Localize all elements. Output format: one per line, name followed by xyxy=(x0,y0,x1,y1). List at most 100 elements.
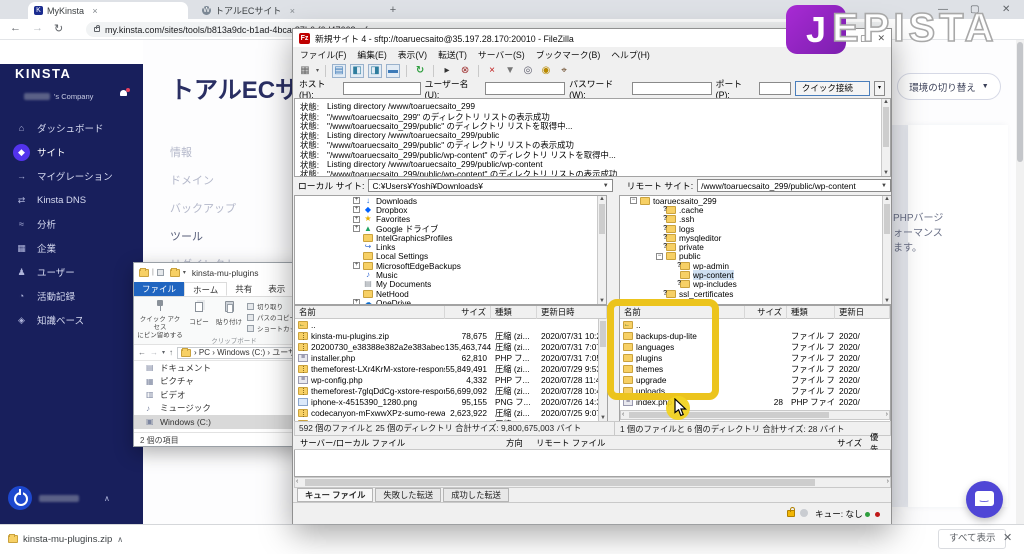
environment-switch-button[interactable]: 環境の切り替え ▼ xyxy=(897,73,1001,100)
file-row[interactable]: themeforest-7glqDdCg-xstore-responsive-w… xyxy=(295,385,607,396)
queue-tab[interactable]: 成功した転送 xyxy=(443,488,509,502)
tree-item[interactable]: + Music xyxy=(295,270,606,280)
local-list-header[interactable]: 名前 サイズ 種類 更新日時 xyxy=(295,306,607,319)
tree-item[interactable]: + My Documents xyxy=(295,279,606,289)
menu-item[interactable]: 表示(V) xyxy=(398,48,427,61)
kinsta-logo[interactable]: KINSTA xyxy=(15,66,71,81)
notification-bell-icon[interactable] xyxy=(120,88,130,98)
tree-item[interactable]: − logs xyxy=(620,224,890,234)
tree-item[interactable]: + Downloads xyxy=(295,196,606,206)
expander-icon[interactable]: + xyxy=(353,215,360,223)
tree-item[interactable]: − wp-content xyxy=(620,270,890,281)
page-scrollbar[interactable] xyxy=(1016,40,1024,524)
tree-item[interactable]: − .cache xyxy=(620,205,890,215)
menu-item[interactable]: ヘルプ(H) xyxy=(611,48,650,61)
file-row[interactable]: wp-config.php 4,332 PHP フ... 2020/07/28 … xyxy=(295,374,607,385)
tree-item[interactable]: − private xyxy=(620,242,890,252)
file-row[interactable]: .. xyxy=(295,319,607,330)
tree-item[interactable]: + NetHood xyxy=(295,289,606,299)
window-close-icon[interactable]: ✕ xyxy=(1002,4,1010,15)
tree-item[interactable]: − wp-admin xyxy=(620,261,890,271)
sidebar-nav-item[interactable]: → マイグレーション xyxy=(0,164,143,188)
menu-item[interactable]: ファイル(F) xyxy=(300,48,346,61)
password-input[interactable] xyxy=(631,82,712,95)
queue-header[interactable]: サーバー/ローカル ファイル 方向 リモート ファイル サイズ 優先.. xyxy=(294,432,891,454)
tree-item[interactable]: − public xyxy=(620,251,890,261)
menu-item[interactable]: 編集(E) xyxy=(357,48,386,61)
tree-item[interactable]: − .ssh xyxy=(620,214,890,224)
local-tree-scrollbar[interactable]: ▲ ▼ xyxy=(597,196,606,304)
explorer-nav-item[interactable]: ▤ ドキュメント xyxy=(134,361,306,375)
user-menu[interactable]: ∧ xyxy=(8,486,110,510)
file-row[interactable]: installer.php 62,810 PHP フ... 2020/07/31… xyxy=(295,352,607,363)
pin-to-quick-access-button[interactable]: クイック アクセス にピン留めする xyxy=(137,300,183,340)
explorer-nav-item[interactable]: ▥ ビデオ xyxy=(134,388,306,402)
refresh-icon[interactable]: ↻ xyxy=(413,64,427,78)
sidebar-nav-item[interactable]: ⇄ Kinsta DNS xyxy=(0,188,143,212)
explorer-nav-item[interactable]: ♪ ミュージック xyxy=(134,402,306,416)
local-tree-toggle-icon[interactable]: ◧ xyxy=(350,63,365,78)
forward-icon[interactable]: → xyxy=(150,348,158,357)
ribbon-tab[interactable]: 共有 xyxy=(227,282,260,296)
tab-close-icon[interactable]: × xyxy=(90,6,100,16)
back-icon[interactable]: ← xyxy=(10,22,21,34)
tree-item[interactable]: + OneDrive xyxy=(295,298,606,304)
file-row[interactable]: iphone-x-4515390_1280.png 95,155 PNG フ..… xyxy=(295,396,607,407)
queue-toggle-icon[interactable]: ▬ xyxy=(386,63,401,78)
expander-icon[interactable]: + xyxy=(353,225,360,233)
subnav-item[interactable]: ドメイン xyxy=(170,166,280,194)
compare-icon[interactable]: ◎ xyxy=(521,64,535,78)
subnav-item[interactable]: ツール xyxy=(170,222,280,250)
expander-icon[interactable]: + xyxy=(353,206,360,214)
sidebar-nav-item[interactable]: ◆ サイト xyxy=(0,140,143,164)
quickconnect-button[interactable]: クイック接続(Q) xyxy=(794,81,870,106)
properties-icon[interactable] xyxy=(156,269,164,276)
file-row[interactable]: codecanyon-mFxwwXPz-sumo-reward-points-w… xyxy=(295,407,607,418)
tree-item[interactable]: − wp-includes xyxy=(620,279,890,289)
site-manager-dropdown-icon[interactable]: ▾ xyxy=(316,67,319,74)
paste-button[interactable]: 貼り付け xyxy=(214,300,244,326)
tree-item[interactable]: − mysqleditor xyxy=(620,233,890,243)
subnav-item[interactable]: 情報 xyxy=(170,138,280,166)
menu-item[interactable]: ブックマーク(B) xyxy=(536,48,601,61)
copy-button[interactable]: コピー xyxy=(186,300,212,326)
back-icon[interactable]: ← xyxy=(138,348,146,357)
download-bar-close-icon[interactable]: ✕ xyxy=(1003,531,1012,544)
chat-bubble-button[interactable] xyxy=(966,481,1003,518)
tree-item[interactable]: + Google ドライブ xyxy=(295,224,606,234)
site-manager-icon[interactable]: ▦ xyxy=(298,64,312,78)
disconnect-icon[interactable]: × xyxy=(485,64,499,78)
local-path-combo[interactable]: C:¥Users¥Yoshi¥Downloads¥ ▼ xyxy=(368,179,613,192)
log-scrollbar[interactable]: ▲ ▼ xyxy=(881,99,890,176)
history-dropdown-icon[interactable]: ▾ xyxy=(162,349,165,356)
username-input[interactable] xyxy=(485,82,566,95)
menu-item[interactable]: 転送(T) xyxy=(438,48,467,61)
show-all-downloads-button[interactable]: すべて表示 xyxy=(938,529,1007,549)
sidebar-nav-item[interactable]: ♟ ユーザー xyxy=(0,260,143,284)
forward-icon[interactable]: → xyxy=(32,22,43,34)
tab-ec-site[interactable]: W トアルECサイト × xyxy=(196,2,368,19)
chevron-up-icon[interactable]: ∧ xyxy=(117,535,123,544)
ribbon-tab[interactable]: ファイル xyxy=(134,282,185,296)
filter-icon[interactable]: ▼ xyxy=(503,64,517,78)
explorer-nav-item[interactable]: ▦ ピクチャ xyxy=(134,375,306,389)
transfer-queue[interactable] xyxy=(294,450,891,477)
explorer-nav-item[interactable]: ▣ Windows (C:) xyxy=(134,415,306,429)
explorer-title-bar[interactable]: | ▾ kinsta-mu-plugins xyxy=(134,263,306,282)
sidebar-nav-item[interactable]: ≈ 分析 xyxy=(0,212,143,236)
sidebar-nav-item[interactable]: ▦ 企業 xyxy=(0,236,143,260)
tree-item[interactable]: + Dropbox xyxy=(295,205,606,215)
qat-dropdown-icon[interactable]: ▾ xyxy=(183,269,186,276)
new-folder-icon[interactable] xyxy=(169,267,180,277)
file-row[interactable]: kinsta-mu-plugins.zip 78,675 圧縮 (zi... 2… xyxy=(295,330,607,341)
host-input[interactable] xyxy=(342,82,421,95)
message-log-toggle-icon[interactable]: ▤ xyxy=(332,63,347,78)
file-row[interactable]: themeforest-LXr4KrM-xstore-responsive-wo… xyxy=(295,363,607,374)
expander-icon[interactable]: + xyxy=(353,197,360,205)
subnav-item[interactable]: バックアップ xyxy=(170,194,280,222)
sidebar-nav-item[interactable]: ◈ 知識ベース xyxy=(0,308,143,332)
tree-item[interactable]: + Favorites xyxy=(295,214,606,224)
quickconnect-dropdown-icon[interactable]: ▾ xyxy=(873,81,885,96)
file-row[interactable]: 20200730_e38388e382a2e383abece382b5e382a… xyxy=(295,341,607,352)
new-tab-button[interactable]: + xyxy=(385,2,401,18)
